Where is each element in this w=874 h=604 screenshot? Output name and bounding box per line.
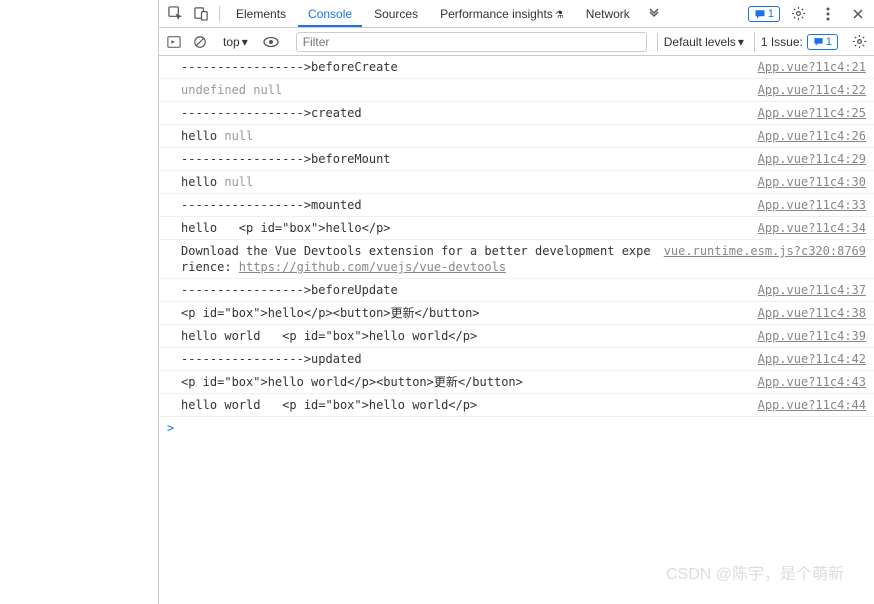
context-label: top [223, 35, 240, 49]
source-link[interactable]: App.vue?11c4:37 [758, 282, 866, 298]
console-row: hello null App.vue?11c4:26 [159, 125, 874, 148]
source-link[interactable]: App.vue?11c4:34 [758, 220, 866, 236]
source-link[interactable]: App.vue?11c4:30 [758, 174, 866, 190]
source-link[interactable]: App.vue?11c4:43 [758, 374, 866, 390]
console-row: ----------------->beforeUpdate App.vue?11… [159, 279, 874, 302]
live-expression-icon[interactable] [260, 31, 282, 53]
console-row: ----------------->created App.vue?11c4:25 [159, 102, 874, 125]
log-message: undefined null [181, 82, 748, 98]
console-row: <p id="box">hello world</p><button>更新</b… [159, 371, 874, 394]
console-row: ----------------->beforeMount App.vue?11c… [159, 148, 874, 171]
issues-label: 1 Issue: [761, 35, 803, 49]
tab-elements[interactable]: Elements [226, 1, 296, 27]
chevron-down-icon: ▾ [242, 35, 248, 49]
source-link[interactable]: App.vue?11c4:26 [758, 128, 866, 144]
sidebar-toggle-icon[interactable] [163, 31, 185, 53]
console-prompt[interactable]: > [159, 417, 874, 439]
log-message: ----------------->beforeCreate [181, 59, 748, 75]
inspect-icon[interactable] [163, 2, 187, 26]
console-row: hello world <p id="box">hello world</p> A… [159, 325, 874, 348]
context-selector[interactable]: top ▾ [219, 33, 252, 51]
console-row: Download the Vue Devtools extension for … [159, 240, 874, 279]
clear-console-icon[interactable] [189, 31, 211, 53]
chat-icon [754, 8, 766, 20]
log-message: ----------------->created [181, 105, 748, 121]
log-levels-selector[interactable]: Default levels ▾ [657, 33, 750, 51]
log-message: Download the Vue Devtools extension for … [181, 243, 654, 275]
tab-sources[interactable]: Sources [364, 1, 428, 27]
issues-button[interactable]: 1 Issue: 1 [754, 32, 844, 52]
log-message: ----------------->beforeMount [181, 151, 748, 167]
log-message: <p id="box">hello world</p><button>更新</b… [181, 374, 748, 390]
issues-badge: 1 [807, 34, 838, 50]
beaker-icon: ⚗ [555, 10, 564, 21]
issues-count: 1 [826, 36, 832, 48]
console-row: hello <p id="box">hello</p> App.vue?11c4:… [159, 217, 874, 240]
log-message: hello null [181, 174, 748, 190]
source-link[interactable]: App.vue?11c4:42 [758, 351, 866, 367]
tab-console[interactable]: Console [298, 1, 362, 27]
chevron-down-icon: ▾ [738, 35, 744, 49]
console-row: ----------------->updated App.vue?11c4:42 [159, 348, 874, 371]
chat-icon [813, 36, 824, 47]
source-link[interactable]: App.vue?11c4:38 [758, 305, 866, 321]
log-message: ----------------->updated [181, 351, 748, 367]
log-message: <p id="box">hello</p><button>更新</button> [181, 305, 748, 321]
devtools-panel: Elements Console Sources Performance ins… [158, 0, 874, 604]
console-row: hello world <p id="box">hello world</p> A… [159, 394, 874, 417]
console-body[interactable]: ----------------->beforeCreate App.vue?11… [159, 56, 874, 604]
source-link[interactable]: App.vue?11c4:39 [758, 328, 866, 344]
console-toolbar: top ▾ Default levels ▾ 1 Issue: 1 [159, 28, 874, 56]
tab-performance-insights[interactable]: Performance insights⚗ [430, 1, 574, 27]
levels-label: Default levels [664, 35, 736, 49]
source-link[interactable]: vue.runtime.esm.js?c320:8769 [664, 243, 866, 275]
log-message: hello <p id="box">hello</p> [181, 220, 748, 236]
log-message: hello null [181, 128, 748, 144]
source-link[interactable]: App.vue?11c4:21 [758, 59, 866, 75]
more-tabs-icon[interactable] [642, 2, 666, 26]
source-link[interactable]: App.vue?11c4:25 [758, 105, 866, 121]
messages-count: 1 [768, 8, 774, 20]
tab-network[interactable]: Network [576, 1, 640, 27]
messages-badge[interactable]: 1 [748, 6, 780, 22]
console-row: ----------------->mounted App.vue?11c4:33 [159, 194, 874, 217]
log-message: ----------------->mounted [181, 197, 748, 213]
device-toggle-icon[interactable] [189, 2, 213, 26]
kebab-icon[interactable] [816, 2, 840, 26]
console-settings-icon[interactable] [848, 31, 870, 53]
settings-icon[interactable] [786, 2, 810, 26]
log-message: hello world <p id="box">hello world</p> [181, 397, 748, 413]
source-link[interactable]: App.vue?11c4:29 [758, 151, 866, 167]
console-row: ----------------->beforeCreate App.vue?11… [159, 56, 874, 79]
log-message: ----------------->beforeUpdate [181, 282, 748, 298]
tabbar-right: 1 [748, 2, 870, 26]
separator [219, 6, 220, 22]
close-icon[interactable] [846, 2, 870, 26]
source-link[interactable]: App.vue?11c4:22 [758, 82, 866, 98]
console-row: <p id="box">hello</p><button>更新</button>… [159, 302, 874, 325]
devtools-tabbar: Elements Console Sources Performance ins… [159, 0, 874, 28]
source-link[interactable]: App.vue?11c4:33 [758, 197, 866, 213]
console-row: undefined null App.vue?11c4:22 [159, 79, 874, 102]
console-row: hello null App.vue?11c4:30 [159, 171, 874, 194]
filter-input[interactable] [296, 32, 647, 52]
log-message: hello world <p id="box">hello world</p> [181, 328, 748, 344]
source-link[interactable]: App.vue?11c4:44 [758, 397, 866, 413]
